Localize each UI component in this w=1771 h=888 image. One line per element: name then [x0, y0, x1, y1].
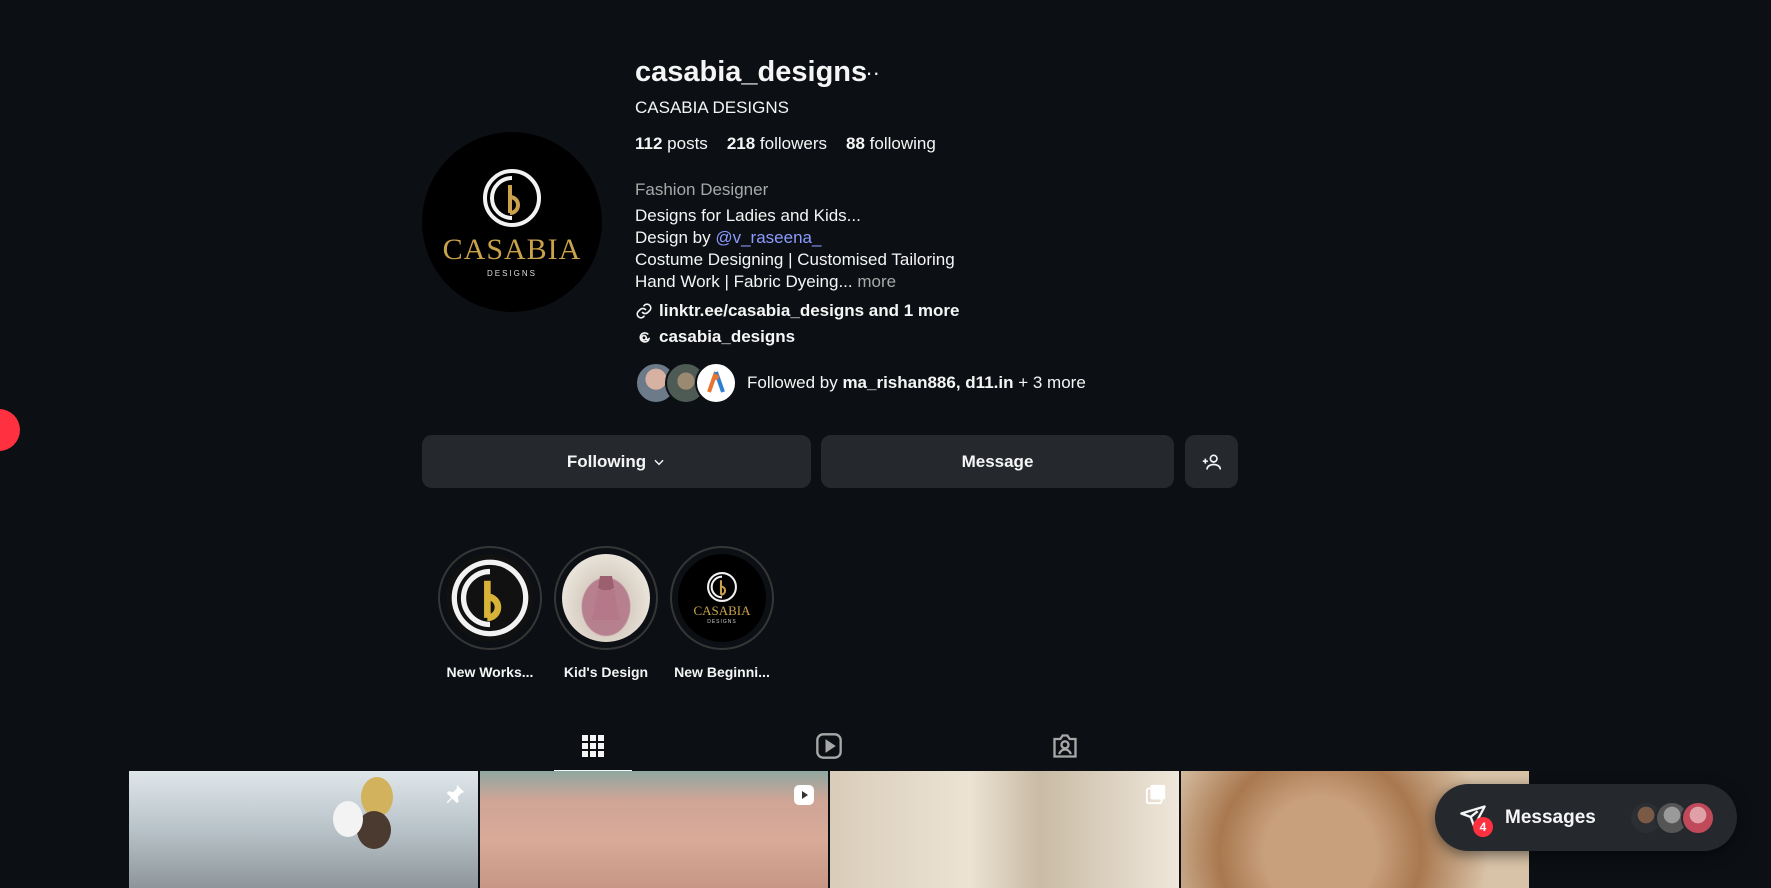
- threads-handle: casabia_designs: [659, 327, 796, 346]
- add-user-icon: [1202, 454, 1221, 470]
- posts-grid-icon: [582, 735, 604, 757]
- highlight-cover: CASABIA DESIGNS: [678, 554, 766, 642]
- following-stat[interactable]: 88 following: [846, 134, 936, 154]
- message-button[interactable]: Message: [821, 435, 1174, 488]
- carousel-icon: [1145, 784, 1165, 805]
- followed-by-suffix: + 3 more: [1013, 373, 1086, 392]
- external-link-text: linktr.ee/casabia_designs and 1 more: [659, 301, 960, 320]
- bio-more-link[interactable]: more: [857, 272, 896, 291]
- profile-category: Fashion Designer: [635, 180, 769, 199]
- highlight-cover: [446, 554, 534, 642]
- highlight-ring: [554, 546, 658, 650]
- tab-tagged[interactable]: [1026, 722, 1104, 770]
- messages-label: Messages: [1505, 806, 1596, 828]
- highlight-new-works[interactable]: New Works...: [432, 546, 548, 680]
- followers-count: 218: [726, 134, 756, 153]
- highlight-new-beginning[interactable]: CASABIA DESIGNS New Beginni...: [664, 546, 780, 680]
- messages-widget[interactable]: 4 Messages: [1435, 784, 1737, 851]
- pinned-icon: [446, 784, 464, 804]
- following-label: following: [869, 134, 936, 153]
- profile-avatar[interactable]: CASABIA DESIGNS: [422, 132, 602, 312]
- profile-username: casabia_designs: [635, 56, 868, 88]
- highlight-label: Kid's Design: [563, 664, 649, 680]
- suggested-users-button[interactable]: [1185, 435, 1238, 488]
- followers-stat[interactable]: 218 followers: [727, 134, 827, 154]
- casabia-logo-icon: [707, 572, 737, 602]
- followed-by-names: ma_rishan886, d11.in: [842, 373, 1014, 392]
- tab-posts[interactable]: [554, 722, 632, 772]
- followed-by-prefix: Followed by: [747, 373, 843, 392]
- post-tile[interactable]: [830, 771, 1179, 888]
- followers-label: followers: [759, 134, 828, 153]
- followed-by-text: Followed by ma_rishan886, d11.in + 3 mor…: [747, 373, 1086, 393]
- highlight-label: New Beginni...: [674, 664, 770, 680]
- link-icon: [636, 303, 652, 319]
- message-button-label: Message: [961, 451, 1034, 471]
- highlight-label: New Works...: [446, 664, 534, 680]
- messages-unread-badge: 4: [1473, 816, 1493, 837]
- posts-stat: 112 posts: [635, 134, 708, 154]
- posts-count: 112: [635, 134, 663, 153]
- threads-icon: [639, 332, 651, 343]
- messages-icon-wrap: 4: [1459, 803, 1493, 837]
- messages-avatars: [1629, 800, 1715, 835]
- posts-label: posts: [667, 134, 708, 153]
- post-tile[interactable]: [129, 771, 478, 888]
- profile-stats: 112 posts 218 followers 88 following: [635, 134, 936, 154]
- bio-line-1: Designs for Ladies and Kids...: [635, 206, 861, 225]
- dress-icon: [592, 576, 620, 620]
- avatar-brand-subtext: DESIGNS: [486, 268, 537, 278]
- conversation-avatar: [1681, 800, 1715, 835]
- highlight-kids-design[interactable]: Kid's Design: [548, 546, 664, 680]
- highlight-logo-text: CASABIA: [693, 603, 751, 618]
- notification-badge[interactable]: 2: [0, 409, 20, 451]
- reel-badge-icon: [794, 785, 814, 805]
- avatar-brand-text: CASABIA: [442, 232, 582, 266]
- highlight-logo-subtext: DESIGNS: [707, 619, 737, 625]
- bio-line-2: Design by @v_raseena_: [635, 227, 955, 249]
- posts-grid: [129, 771, 1529, 888]
- tab-reels[interactable]: [790, 722, 868, 770]
- follower-avatar-3: [695, 362, 737, 404]
- followed-by[interactable]: Followed by ma_rishan886, d11.in + 3 mor…: [635, 362, 1086, 404]
- follower-logo-icon: [707, 371, 725, 393]
- profile-bio: Designs for Ladies and Kids... Design by…: [635, 205, 955, 293]
- following-count: 88: [846, 134, 865, 153]
- casabia-logo-icon: [483, 168, 541, 227]
- tagged-icon: [1053, 734, 1077, 758]
- bio-line-2-prefix: Design by: [635, 228, 716, 247]
- highlight-cover: [562, 554, 650, 642]
- following-button[interactable]: Following: [422, 435, 811, 488]
- highlight-ring: [438, 546, 542, 650]
- chevron-down-icon: [654, 459, 664, 465]
- external-link[interactable]: linktr.ee/casabia_designs and 1 more: [635, 301, 959, 321]
- bio-line-4-text: Hand Work | Fabric Dyeing...: [635, 272, 853, 291]
- highlight-ring: CASABIA DESIGNS: [670, 546, 774, 650]
- options-button[interactable]: ···: [858, 60, 880, 86]
- post-tile[interactable]: [479, 771, 828, 888]
- casabia-logo-icon: [451, 559, 529, 637]
- bio-line-3: Costume Designing | Customised Tailoring: [635, 250, 955, 269]
- reels-icon: [816, 733, 842, 759]
- bio-line-4: Hand Work | Fabric Dyeing... more: [635, 271, 955, 293]
- threads-link[interactable]: casabia_designs: [635, 327, 795, 347]
- bio-mention-link[interactable]: @v_raseena_: [715, 228, 821, 247]
- profile-full-name: CASABIA DESIGNS: [635, 98, 789, 117]
- following-button-label: Following: [566, 451, 647, 471]
